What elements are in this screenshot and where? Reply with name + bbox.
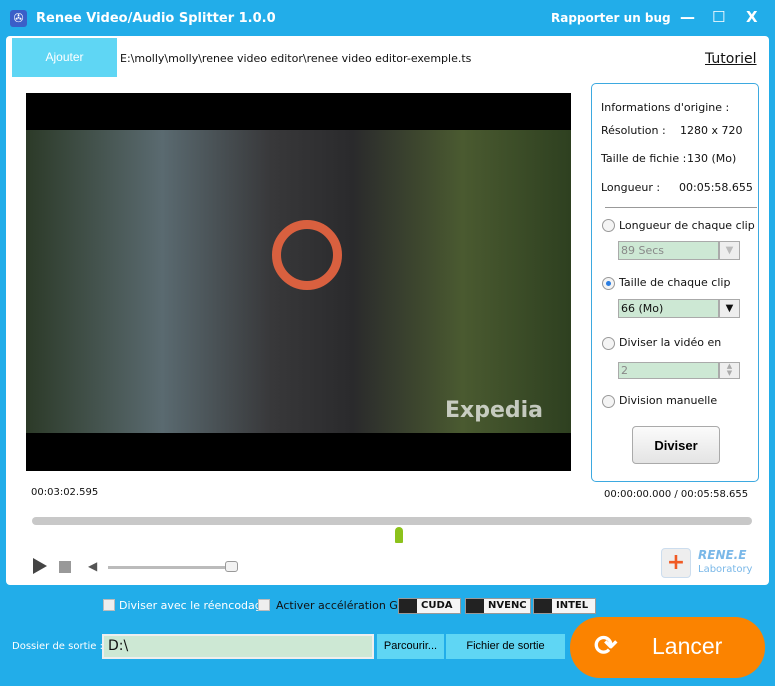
size-value: 130 (Mo)	[687, 152, 737, 165]
gpu-intel-label: INTEL	[556, 600, 589, 611]
resolution-value: 1280 x 720	[680, 124, 743, 137]
manual-label: Division manuelle	[619, 394, 718, 407]
reencode-label: Diviser avec le réencodage	[119, 599, 269, 612]
position-display: 00:00:00.000 / 00:05:58.655	[604, 489, 749, 500]
stop-icon[interactable]	[59, 561, 71, 573]
reencode-checkbox[interactable]	[103, 599, 115, 611]
split-button[interactable]: Diviser	[632, 426, 720, 464]
divider	[605, 207, 757, 208]
launch-label: Lancer	[652, 633, 723, 659]
timeline-thumb[interactable]	[395, 527, 404, 543]
video-watermark: Expedia	[445, 398, 544, 423]
output-folder-input[interactable]: D:\	[102, 634, 374, 659]
gpu-label: Activer accélération GPU	[276, 599, 413, 612]
divide-count-field[interactable]: 2	[618, 362, 719, 379]
length-value: 00:05:58.655	[679, 181, 753, 194]
play-icon[interactable]	[33, 558, 47, 574]
add-file-button[interactable]: Ajouter	[12, 38, 117, 77]
report-bug-link[interactable]: Rapporter un bug	[551, 11, 671, 25]
clip-length-label: Longueur de chaque clip	[619, 219, 755, 232]
divide-label: Diviser la vidéo en	[619, 336, 722, 349]
renee-logo-icon: +	[661, 548, 691, 578]
volume-thumb[interactable]	[224, 561, 238, 572]
window-title: Renee Video/Audio Splitter 1.0.0	[36, 11, 276, 26]
size-label: Taille de fichie :	[601, 152, 687, 165]
output-file-button[interactable]: Fichier de sortie	[446, 634, 565, 659]
browse-button[interactable]: Parcourir...	[377, 634, 444, 659]
volume-icon[interactable]: ◀	[88, 559, 97, 573]
gpu-intel-badge[interactable]: INTEL	[533, 598, 596, 614]
minimize-button[interactable]: —	[680, 8, 695, 26]
gpu-nvenc-badge[interactable]: NVENC	[465, 598, 531, 614]
app-icon: ✇	[10, 10, 27, 27]
logo-brand: RENE.E	[698, 548, 747, 562]
intel-icon	[534, 599, 552, 613]
launch-button[interactable]: ⟳ Lancer	[570, 617, 765, 678]
maximize-button[interactable]: ☐	[712, 8, 725, 26]
manual-radio[interactable]	[602, 395, 615, 408]
clip-size-radio[interactable]	[602, 277, 615, 290]
tutorial-link[interactable]: Tutoriel	[705, 51, 757, 67]
output-label: Dossier de sortie :	[12, 641, 103, 652]
volume-slider[interactable]	[108, 566, 238, 569]
clip-size-field[interactable]: 66 (Mo)	[618, 299, 719, 318]
gpu-cuda-label: CUDA	[421, 600, 453, 611]
gpu-cuda-badge[interactable]: CUDA	[398, 598, 461, 614]
clip-length-radio[interactable]	[602, 219, 615, 232]
timeline-slider[interactable]	[32, 517, 752, 525]
resolution-label: Résolution :	[601, 124, 666, 137]
info-heading: Informations d'origine :	[601, 101, 730, 114]
nvidia-icon	[466, 599, 484, 613]
gpu-checkbox[interactable]	[258, 599, 270, 611]
gpu-nvenc-label: NVENC	[488, 600, 527, 611]
close-button[interactable]: X	[746, 8, 758, 26]
clip-length-field[interactable]: 89 Secs	[618, 241, 719, 260]
divide-radio[interactable]	[602, 337, 615, 350]
chevron-down-icon[interactable]: ▼	[719, 241, 740, 260]
length-label: Longueur :	[601, 181, 661, 194]
logo-sub: Laboratory	[698, 564, 753, 575]
peace-sign	[272, 220, 342, 290]
clip-size-label: Taille de chaque clip	[619, 276, 731, 289]
current-time: 00:03:02.595	[31, 487, 99, 498]
spinner-icon[interactable]: ▲ ▼	[719, 362, 740, 379]
nvidia-icon	[399, 599, 417, 613]
refresh-icon: ⟳	[594, 630, 618, 661]
file-path: E:\molly\molly\renee video editor\renee …	[120, 52, 472, 65]
chevron-down-icon[interactable]: ▼	[719, 299, 740, 318]
